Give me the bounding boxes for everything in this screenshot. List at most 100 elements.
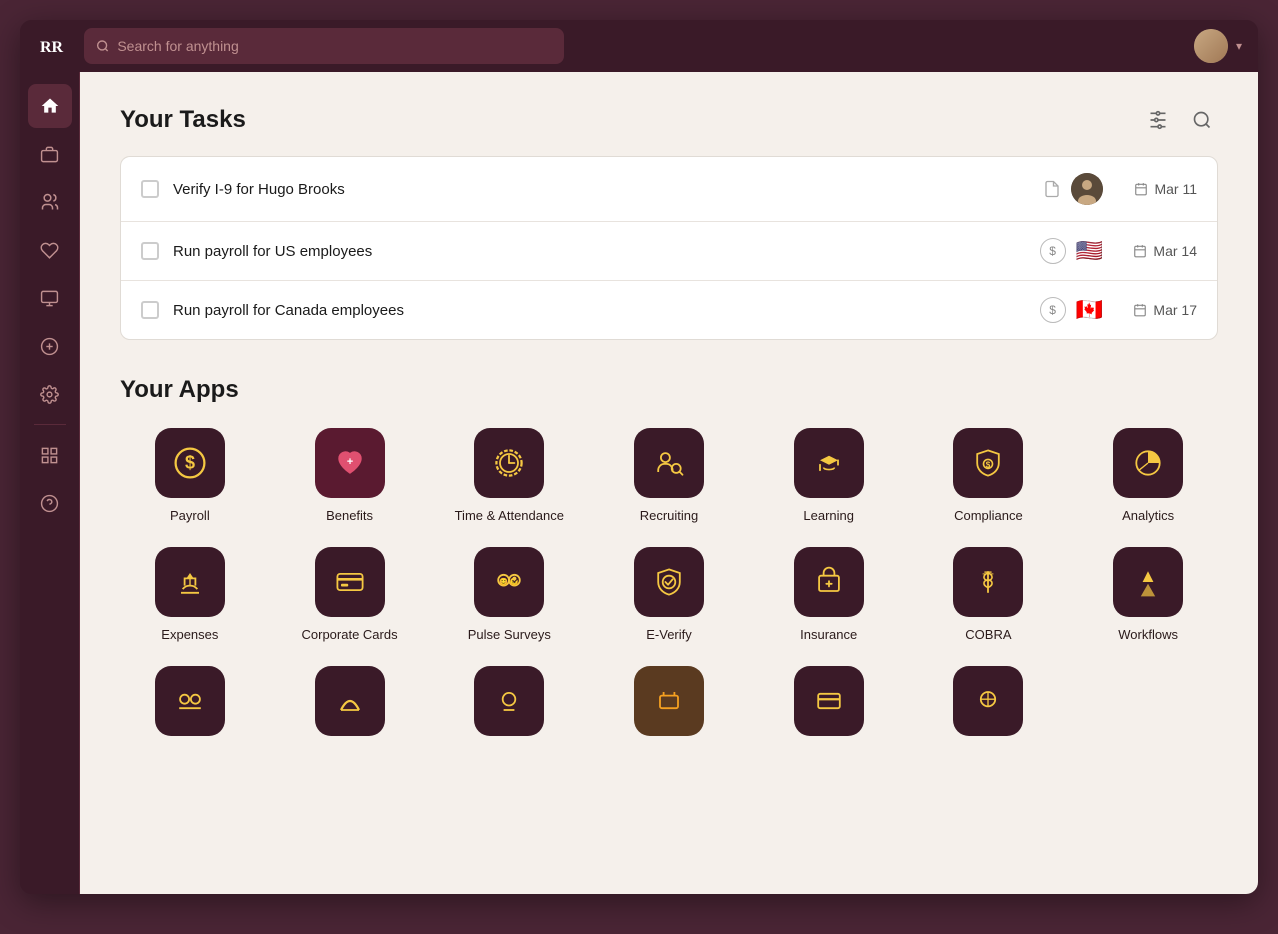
app-item-corporate-cards[interactable]: Corporate Cards [280, 547, 420, 642]
heart-icon [40, 241, 59, 260]
task-date-text-2: Mar 14 [1153, 243, 1197, 259]
monitor-icon [40, 289, 59, 308]
task-label-3: Run payroll for Canada employees [173, 302, 1026, 319]
partial-icon-5 [794, 666, 864, 736]
cobra-icon [953, 547, 1023, 617]
app-item-insurance[interactable]: Insurance [759, 547, 899, 642]
learning-label: Learning [803, 508, 854, 523]
app-item-e-verify[interactable]: E-Verify [599, 547, 739, 642]
dollar-circle-icon [40, 337, 59, 356]
app-item-workflows[interactable]: Workflows [1078, 547, 1218, 642]
task-checkbox-2[interactable] [141, 242, 159, 260]
partial-icon-1 [155, 666, 225, 736]
expenses-label: Expenses [161, 627, 218, 642]
e-verify-icon [634, 547, 704, 617]
table-row: Run payroll for US employees $ 🇺🇸 Mar 14 [121, 222, 1217, 281]
analytics-icon [1113, 428, 1183, 498]
filter-button[interactable] [1142, 104, 1174, 136]
apps-grid-row1: $ Payroll + Benefits [120, 428, 1218, 523]
sidebar-item-jobs[interactable] [28, 132, 72, 176]
recruiting-label: Recruiting [640, 508, 699, 523]
task-checkbox-3[interactable] [141, 301, 159, 319]
app-item-payroll[interactable]: $ Payroll [120, 428, 260, 523]
time-attendance-label: Time & Attendance [455, 508, 564, 523]
task-icons-2: $ 🇺🇸 [1040, 238, 1103, 264]
tasks-header: Your Tasks [120, 104, 1218, 136]
apps-grid-row2: Expenses Corporate Cards [120, 547, 1218, 642]
content-area: Your Tasks [80, 72, 1258, 894]
app-item-pulse-surveys[interactable]: 😊 😐 Pulse Surveys [439, 547, 579, 642]
partial-icon-3 [474, 666, 544, 736]
search-icon [96, 39, 109, 53]
sidebar-item-payroll[interactable] [28, 324, 72, 368]
sidebar-item-people[interactable] [28, 180, 72, 224]
tasks-title: Your Tasks [120, 106, 246, 134]
task-date-text-3: Mar 17 [1153, 302, 1197, 318]
user-menu-chevron[interactable]: ▾ [1236, 39, 1242, 53]
corporate-cards-label: Corporate Cards [302, 627, 398, 642]
sidebar-item-monitor[interactable] [28, 276, 72, 320]
briefcase-icon [40, 145, 59, 164]
svg-text:RR: RR [40, 39, 64, 56]
app-item-learning[interactable]: Learning [759, 428, 899, 523]
cobra-label: COBRA [965, 627, 1011, 642]
app-item-compliance[interactable]: $ Compliance [919, 428, 1059, 523]
table-row: Run payroll for Canada employees $ 🇨🇦 Ma… [121, 281, 1217, 339]
app-item-benefits[interactable]: + Benefits [280, 428, 420, 523]
app-item-time-attendance[interactable]: Time & Attendance [439, 428, 579, 523]
learning-icon [794, 428, 864, 498]
app-item-partial-5[interactable] [759, 666, 899, 736]
top-bar: RR ▾ [20, 20, 1258, 72]
payroll-dollar-icon-ca: $ [1040, 297, 1066, 323]
app-item-partial-1[interactable] [120, 666, 260, 736]
help-icon [40, 494, 59, 513]
tasks-header-actions [1142, 104, 1218, 136]
task-label-1: Verify I-9 for Hugo Brooks [173, 181, 1029, 198]
svg-text:$: $ [986, 461, 991, 470]
main-layout: Your Tasks [20, 72, 1258, 894]
sidebar-item-home[interactable] [28, 84, 72, 128]
svg-text:😊: 😊 [499, 577, 508, 586]
calendar-icon [1134, 182, 1148, 196]
home-icon [40, 96, 60, 116]
apps-title: Your Apps [120, 376, 1218, 404]
app-item-expenses[interactable]: Expenses [120, 547, 260, 642]
compliance-icon: $ [953, 428, 1023, 498]
user-avatar-button[interactable] [1194, 29, 1228, 63]
app-logo: RR [36, 28, 72, 64]
task-label-2: Run payroll for US employees [173, 243, 1026, 260]
sidebar-item-widgets[interactable] [28, 433, 72, 477]
pulse-surveys-icon: 😊 😐 [474, 547, 544, 617]
task-date-2: Mar 14 [1117, 243, 1197, 259]
app-item-analytics[interactable]: Analytics [1078, 428, 1218, 523]
compliance-label: Compliance [954, 508, 1023, 523]
task-checkbox-1[interactable] [141, 180, 159, 198]
partial-icon-2 [315, 666, 385, 736]
insurance-label: Insurance [800, 627, 857, 642]
browser-frame: RR ▾ [20, 20, 1258, 894]
insurance-icon [794, 547, 864, 617]
app-item-cobra[interactable]: COBRA [919, 547, 1059, 642]
app-item-partial-4[interactable] [599, 666, 739, 736]
app-item-partial-2[interactable] [280, 666, 420, 736]
payroll-dollar-icon: $ [1040, 238, 1066, 264]
search-bar[interactable] [84, 28, 564, 64]
people-icon [40, 192, 60, 212]
app-item-partial-6[interactable] [919, 666, 1059, 736]
workflows-icon [1113, 547, 1183, 617]
task-date-text-1: Mar 11 [1154, 181, 1197, 197]
search-tasks-icon [1192, 110, 1212, 130]
search-input[interactable] [117, 38, 552, 54]
sidebar-item-settings[interactable] [28, 372, 72, 416]
doc-icon [1043, 179, 1061, 199]
search-tasks-button[interactable] [1186, 104, 1218, 136]
app-item-recruiting[interactable]: Recruiting [599, 428, 739, 523]
sidebar-item-benefits[interactable] [28, 228, 72, 272]
benefits-icon: + [315, 428, 385, 498]
analytics-label: Analytics [1122, 508, 1174, 523]
app-item-partial-3[interactable] [439, 666, 579, 736]
svg-text:+: + [346, 456, 352, 468]
sidebar-item-help[interactable] [28, 481, 72, 525]
task-icons-3: $ 🇨🇦 [1040, 297, 1103, 323]
widgets-icon [40, 446, 59, 465]
